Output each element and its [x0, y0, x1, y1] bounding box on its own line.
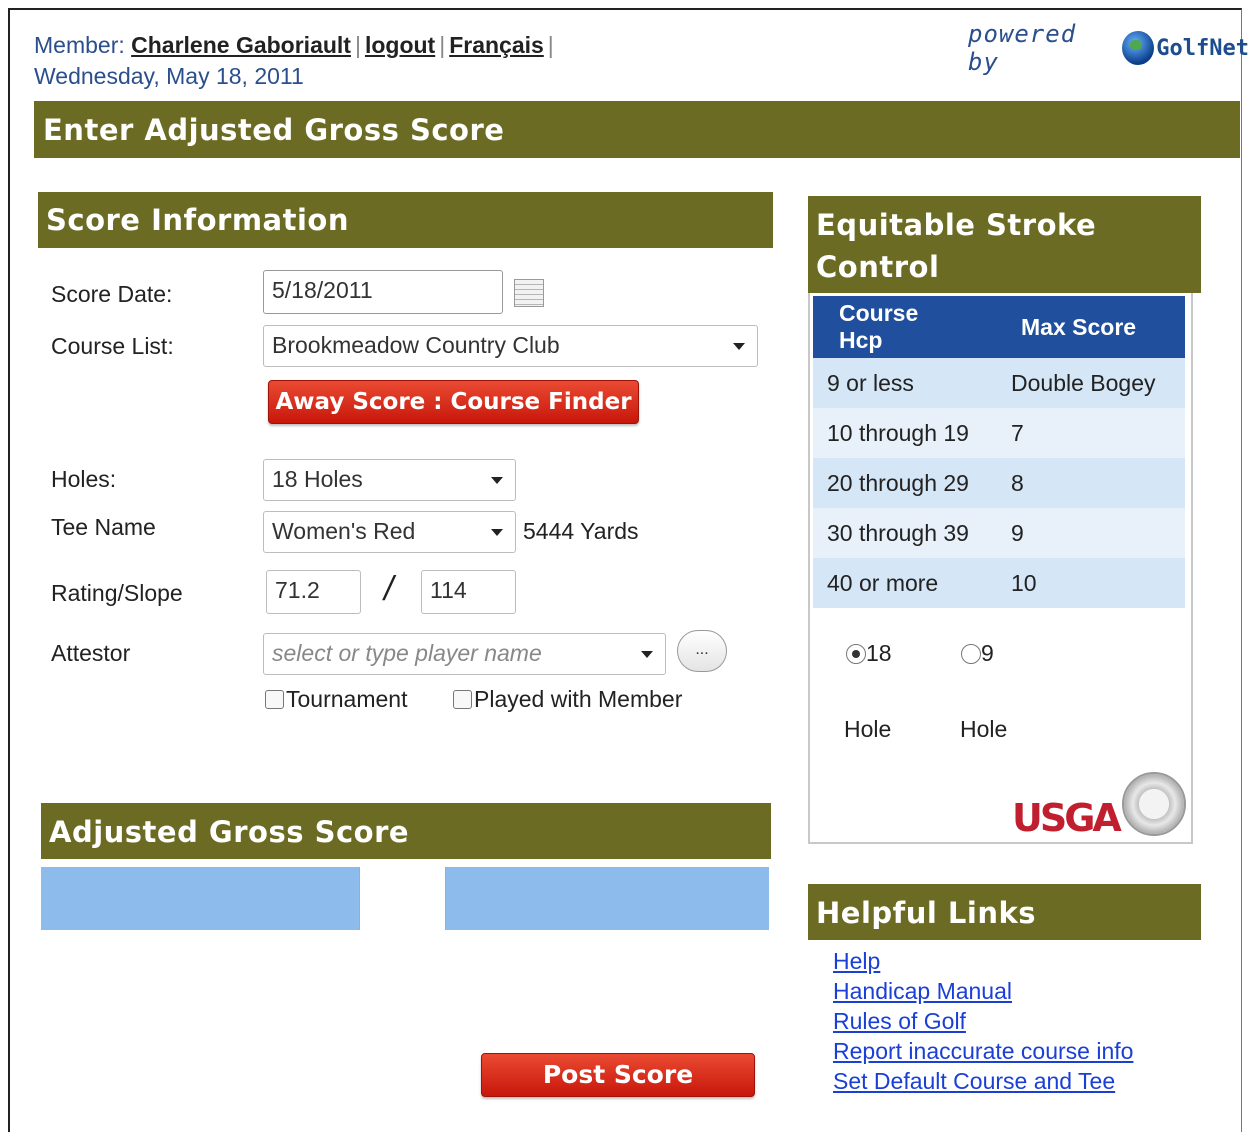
esc-hcp-cell: 9 or less [813, 358, 997, 408]
helpful-links-list: Help Handicap Manual Rules of Golf Repor… [833, 946, 1133, 1096]
esc-hcp-cell: 20 through 29 [813, 458, 997, 508]
rating-slope-separator: / [384, 570, 394, 608]
holes-select[interactable]: 18 Holes [263, 459, 516, 501]
tournament-checkbox[interactable] [265, 690, 284, 709]
radio-18-label: 18 [866, 640, 892, 666]
attestor-label: Attestor [51, 640, 131, 666]
help-link[interactable]: Help [833, 946, 1133, 976]
radio-18-button[interactable] [846, 644, 866, 664]
course-list-label: Course List: [51, 333, 174, 359]
attestor-placeholder: select or type player name [272, 640, 542, 666]
played-with-member-option[interactable]: Played with Member [453, 686, 682, 713]
adjusted-gross-score-header: Adjusted Gross Score [41, 803, 771, 859]
played-with-member-label: Played with Member [474, 686, 683, 712]
radio-18-hole[interactable]: 18 [846, 640, 892, 667]
table-row: 40 or more 10 [813, 558, 1185, 608]
tee-name-label: Tee Name [51, 514, 156, 540]
table-row: 20 through 29 8 [813, 458, 1185, 508]
score-date-label: Score Date: [51, 281, 173, 307]
logout-link[interactable]: logout [365, 32, 435, 58]
away-score-course-finder-button[interactable]: Away Score : Course Finder [268, 380, 639, 424]
powered-by-golfnet: powered by GolfNet [968, 20, 1249, 76]
golfnet-brand: GolfNet [1156, 35, 1249, 61]
tournament-option[interactable]: Tournament [265, 686, 407, 713]
radio-9-hole[interactable]: 9 [961, 640, 994, 667]
member-name-link[interactable]: Charlene Gaboriault [131, 32, 351, 58]
esc-table: Course Hcp Max Score 9 or less Double Bog… [813, 296, 1185, 608]
esc-col-course-hcp-line1: Course [839, 300, 919, 326]
attestor-lookup-button[interactable]: ... [677, 630, 727, 672]
member-line: Member: Charlene Gaboriault | logout | Franç… [34, 32, 554, 58]
attestor-combobox[interactable]: select or type player name [263, 633, 666, 675]
esc-max-cell: Double Bogey [997, 358, 1185, 408]
radio-9-label: 9 [981, 640, 994, 666]
table-row: 10 through 19 7 [813, 408, 1185, 458]
course-list-value: Brookmeadow Country Club [272, 332, 560, 358]
esc-col-max-score: Max Score [997, 296, 1185, 358]
esc-hcp-cell: 10 through 19 [813, 408, 997, 458]
score-date-input[interactable]: 5/18/2011 [263, 270, 503, 314]
page-title: Enter Adjusted Gross Score [34, 101, 1240, 158]
esc-hcp-cell: 30 through 39 [813, 508, 997, 558]
usga-seal-icon [1122, 772, 1186, 836]
holes-label: Holes: [51, 466, 117, 492]
esc-hcp-cell: 40 or more [813, 558, 997, 608]
table-row: 9 or less Double Bogey [813, 358, 1185, 408]
esc-max-cell: 10 [997, 558, 1185, 608]
played-with-member-checkbox[interactable] [453, 690, 472, 709]
hole-label-9: Hole [960, 716, 1008, 742]
powered-by-text: powered by [968, 20, 1077, 76]
post-score-button[interactable]: Post Score [481, 1053, 755, 1097]
calendar-icon[interactable] [514, 279, 544, 307]
esc-title-line2: Control [816, 250, 940, 284]
slope-input[interactable]: 114 [421, 570, 516, 614]
course-list-select[interactable]: Brookmeadow Country Club [263, 325, 758, 367]
tee-name-select[interactable]: Women's Red [263, 511, 516, 553]
esc-col-course-hcp-line2: Hcp [839, 327, 883, 353]
current-date: Wednesday, May 18, 2011 [34, 63, 304, 89]
esc-max-cell: 8 [997, 458, 1185, 508]
adjusted-gross-score-input[interactable] [359, 867, 446, 930]
language-link[interactable]: Français [449, 32, 544, 58]
table-row: 30 through 39 9 [813, 508, 1185, 558]
tee-yardage: 5444 Yards [523, 518, 639, 544]
radio-9-button[interactable] [961, 644, 981, 664]
holes-value: 18 Holes [272, 466, 363, 492]
rating-input[interactable]: 71.2 [266, 570, 361, 614]
rating-slope-label: Rating/Slope [51, 580, 183, 606]
esc-max-cell: 9 [997, 508, 1185, 558]
esc-title-line1: Equitable Stroke [816, 208, 1097, 242]
usga-logo: USGA [1012, 796, 1122, 840]
member-label: Member: [34, 32, 125, 58]
set-default-course-link[interactable]: Set Default Course and Tee [833, 1066, 1133, 1096]
esc-header: Equitable Stroke Control [808, 196, 1201, 293]
tee-name-value: Women's Red [272, 518, 416, 544]
score-information-header: Score Information [38, 192, 773, 248]
report-course-info-link[interactable]: Report inaccurate course info [833, 1036, 1133, 1066]
esc-col-course-hcp: Course Hcp [813, 296, 997, 358]
hole-label-18: Hole [844, 716, 892, 742]
handicap-manual-link[interactable]: Handicap Manual [833, 976, 1133, 1006]
tournament-label: Tournament [286, 686, 408, 712]
rules-of-golf-link[interactable]: Rules of Golf [833, 1006, 1133, 1036]
esc-max-cell: 7 [997, 408, 1185, 458]
globe-icon [1122, 31, 1155, 65]
helpful-links-header: Helpful Links [808, 884, 1201, 940]
